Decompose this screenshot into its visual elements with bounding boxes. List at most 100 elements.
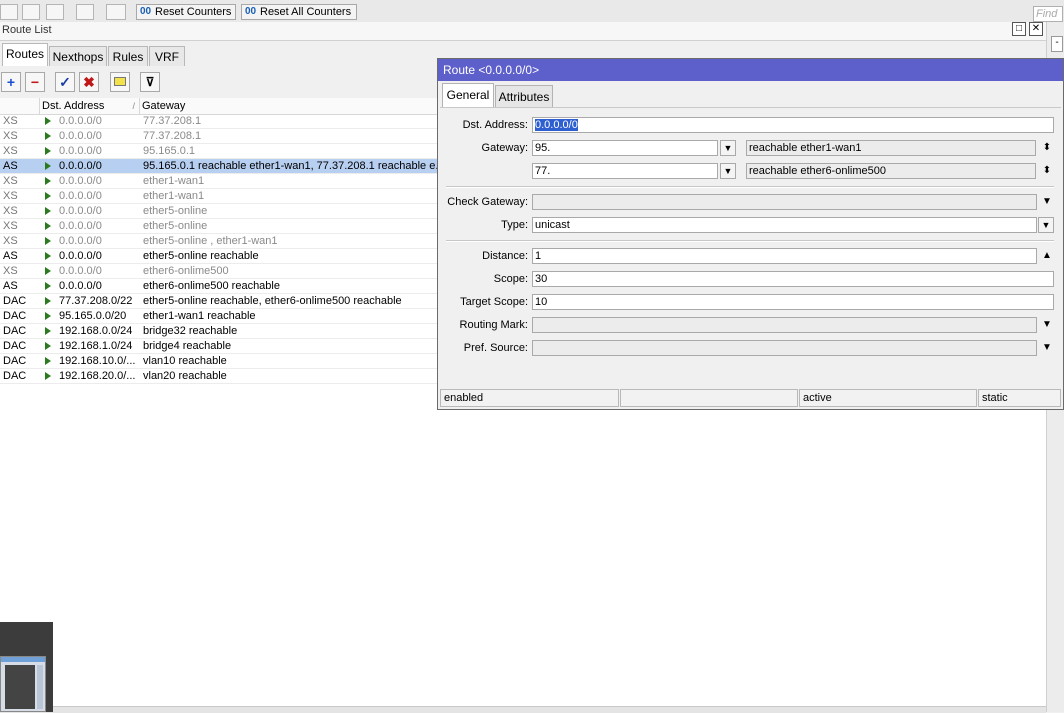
pref-source-select[interactable] (532, 340, 1037, 356)
tab-nexthops[interactable]: Nexthops (49, 46, 107, 66)
gateway-input-1[interactable]: 95. (532, 140, 718, 156)
type-select[interactable]: unicast (532, 217, 1037, 233)
pref-source-label: Pref. Source: (463, 342, 528, 354)
check-icon[interactable] (22, 4, 40, 20)
maximize-icon[interactable]: □ (1012, 22, 1026, 36)
route-flags: XS (3, 205, 18, 217)
gateway-state-2: reachable ether6-onlime500 (746, 163, 1036, 179)
column-gateway[interactable]: Gateway (140, 98, 438, 114)
route-gateway: ether5-online , ether1-wan1 (143, 235, 278, 247)
remove-icon[interactable]: − (25, 72, 45, 92)
reset-all-counters-button[interactable]: 00 Reset All Counters (241, 4, 357, 20)
up-down-icon[interactable]: ⬍ (1041, 163, 1053, 179)
routing-mark-label: Routing Mark: (459, 319, 528, 331)
dropdown-icon[interactable]: ▼ (1038, 217, 1054, 233)
cross-icon[interactable] (46, 4, 64, 20)
route-gateway: ether5-online (143, 220, 208, 232)
scope-label: Scope: (493, 273, 528, 285)
divider (446, 240, 1054, 242)
route-dst-address: 0.0.0.0/0 (59, 265, 102, 277)
target-scope-input[interactable]: 10 (532, 294, 1054, 310)
route-dst-address: 0.0.0.0/0 (59, 175, 102, 187)
route-dst-address: 192.168.10.0/... (59, 355, 136, 367)
route-gateway: ether5-online (143, 205, 208, 217)
enable-check-icon[interactable]: ✓ (55, 72, 75, 92)
chevron-down-icon[interactable]: ▼ (1041, 194, 1053, 210)
tab-vrf[interactable]: VRF (149, 46, 185, 66)
play-arrow-icon (45, 162, 51, 170)
window-title: Route List (2, 24, 52, 36)
close-icon[interactable]: ✕ (1029, 22, 1043, 36)
route-dst-address: 192.168.20.0/... (59, 370, 136, 382)
play-arrow-icon (45, 312, 51, 320)
comment-icon[interactable] (110, 72, 130, 92)
play-arrow-icon (45, 342, 51, 350)
route-flags: XS (3, 190, 18, 202)
route-gateway: bridge4 reachable (143, 340, 232, 352)
route-flags: DAC (3, 340, 27, 352)
route-gateway: vlan10 reachable (143, 355, 227, 367)
route-gateway: 95.165.0.1 (143, 145, 195, 157)
comment-icon[interactable] (76, 4, 94, 20)
route-gateway: vlan20 reachable (143, 370, 227, 382)
route-flags: DAC (3, 370, 27, 382)
route-flags: XS (3, 115, 18, 127)
reset-counters-button[interactable]: 00 Reset Counters (136, 4, 236, 20)
chevron-up-icon[interactable]: ▲ (1041, 248, 1053, 264)
route-gateway: ether5-online reachable (143, 250, 259, 262)
window-thumbnail[interactable] (0, 622, 53, 712)
tab-attributes[interactable]: Attributes (495, 85, 553, 107)
play-arrow-icon (45, 207, 51, 215)
route-dialog: Route <0.0.0.0/0> General Attributes Dst… (437, 58, 1064, 410)
find-input[interactable]: Find (1033, 6, 1063, 22)
dropdown-icon[interactable]: ▼ (720, 163, 736, 179)
play-arrow-icon (45, 222, 51, 230)
dialog-title[interactable]: Route <0.0.0.0/0> (438, 59, 1063, 81)
route-dst-address: 0.0.0.0/0 (59, 190, 102, 202)
check-gateway-select[interactable] (532, 194, 1037, 210)
play-arrow-icon (45, 192, 51, 200)
route-gateway: ether1-wan1 (143, 175, 205, 187)
tab-routes[interactable]: Routes (2, 43, 48, 66)
toolbar-button[interactable] (0, 4, 18, 20)
chevron-down-icon[interactable]: ▼ (1041, 340, 1053, 356)
distance-input[interactable]: 1 (532, 248, 1037, 264)
main-toolbar: 00 Reset Counters 00 Reset All Counters … (0, 0, 1064, 23)
route-flags: XS (3, 145, 18, 157)
filter-icon[interactable] (106, 4, 126, 20)
play-arrow-icon (45, 147, 51, 155)
route-list-toolbar: + − ✓ ✖ ⊽ (0, 68, 440, 96)
scope-input[interactable]: 30 (532, 271, 1054, 287)
route-dst-address: 0.0.0.0/0 (59, 145, 102, 157)
thumbnail-preview (0, 656, 46, 712)
distance-label: Distance: (482, 250, 528, 262)
tab-rules[interactable]: Rules (108, 46, 148, 66)
route-gateway: ether6-onlime500 (143, 265, 229, 277)
route-dst-address: 0.0.0.0/0 (59, 235, 102, 247)
chevron-down-icon[interactable]: ▼ (1041, 317, 1053, 333)
disable-cross-icon[interactable]: ✖ (79, 72, 99, 92)
route-flags: AS (3, 280, 18, 292)
check-gateway-label: Check Gateway: (447, 196, 528, 208)
route-list-titlebar[interactable]: Route List (0, 22, 1046, 41)
route-flags: AS (3, 160, 18, 172)
column-flags[interactable] (0, 98, 40, 114)
column-dst-address[interactable]: Dst. Address / (40, 98, 140, 114)
dropdown-icon[interactable]: ▼ (720, 140, 736, 156)
route-flags: AS (3, 250, 18, 262)
gateway-input-2[interactable]: 77. (532, 163, 718, 179)
divider (446, 186, 1054, 188)
gateway-label: Gateway: (481, 142, 528, 154)
route-dst-address: 192.168.1.0/24 (59, 340, 133, 352)
play-arrow-icon (45, 117, 51, 125)
collapse-button[interactable]: - (1051, 36, 1063, 52)
route-flags: DAC (3, 325, 27, 337)
routing-mark-select[interactable] (532, 317, 1037, 333)
filter-icon[interactable]: ⊽ (140, 72, 160, 92)
dialog-body: Dst. Address: 0.0.0.0/0 Gateway: 95. ▼ r… (440, 107, 1061, 383)
route-dst-address: 0.0.0.0/0 (59, 280, 102, 292)
up-down-icon[interactable]: ⬍ (1041, 140, 1053, 156)
dst-address-input[interactable]: 0.0.0.0/0 (532, 117, 1054, 133)
add-icon[interactable]: + (1, 72, 21, 92)
tab-general[interactable]: General (442, 83, 494, 108)
